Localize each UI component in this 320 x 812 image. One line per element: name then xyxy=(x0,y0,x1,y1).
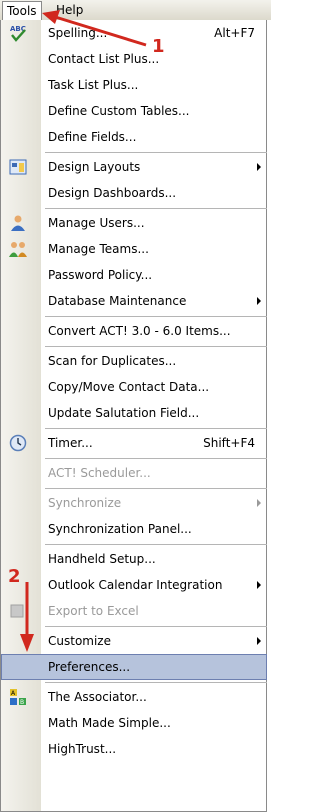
associator-icon: A B xyxy=(10,689,26,706)
menu-item-timer[interactable]: Timer... Shift+F4 xyxy=(1,430,267,456)
menu-item-manage-users[interactable]: Manage Users... xyxy=(1,210,267,236)
menu-item-database-maintenance[interactable]: Database Maintenance xyxy=(1,288,267,314)
menu-item-design-dashboards[interactable]: Design Dashboards... xyxy=(1,180,267,206)
menu-item-scan-duplicates[interactable]: Scan for Duplicates... xyxy=(1,348,267,374)
submenu-arrow-icon xyxy=(257,581,261,589)
menu-bar: Tools Help xyxy=(0,0,271,20)
menu-item-preferences[interactable]: Preferences... xyxy=(1,654,267,680)
menu-item-label: Outlook Calendar Integration xyxy=(48,578,223,592)
menu-item-label: Handheld Setup... xyxy=(48,552,156,566)
menu-separator xyxy=(45,428,267,429)
menu-separator xyxy=(45,682,267,683)
menu-item-label: Synchronization Panel... xyxy=(48,522,192,536)
menu-help[interactable]: Help xyxy=(52,2,87,18)
shortcut-label: Alt+F7 xyxy=(214,26,255,40)
menu-item-synchronize: Synchronize xyxy=(1,490,267,516)
menu-item-synchronization-panel[interactable]: Synchronization Panel... xyxy=(1,516,267,542)
menu-separator xyxy=(45,346,267,347)
menu-item-label: ACT! Scheduler... xyxy=(48,466,151,480)
svg-text:B: B xyxy=(20,699,24,706)
menu-item-label: Scan for Duplicates... xyxy=(48,354,177,368)
menu-separator xyxy=(45,626,267,627)
menu-item-label: Timer... xyxy=(48,436,93,450)
design-layouts-icon xyxy=(9,159,27,175)
excel-icon xyxy=(10,604,24,618)
menu-item-label: HighTrust... xyxy=(48,742,117,756)
menu-item-manage-teams[interactable]: Manage Teams... xyxy=(1,236,267,262)
menu-item-task-list-plus[interactable]: Task List Plus... xyxy=(1,72,267,98)
menu-separator xyxy=(45,152,267,153)
menu-item-the-associator[interactable]: A B The Associator... xyxy=(1,684,267,710)
menu-separator xyxy=(45,458,267,459)
menu-item-customize[interactable]: Customize xyxy=(1,628,267,654)
menu-item-label: Math Made Simple... xyxy=(48,716,171,730)
menu-item-define-custom-tables[interactable]: Define Custom Tables... xyxy=(1,98,267,124)
menu-item-label: Convert ACT! 3.0 - 6.0 Items... xyxy=(48,324,231,338)
menu-item-label: Password Policy... xyxy=(48,268,153,282)
menu-item-label: Define Custom Tables... xyxy=(48,104,190,118)
menu-item-label: Export to Excel xyxy=(48,604,139,618)
menu-item-define-fields[interactable]: Define Fields... xyxy=(1,124,267,150)
submenu-arrow-icon xyxy=(257,297,261,305)
menu-item-update-salutation[interactable]: Update Salutation Field... xyxy=(1,400,267,426)
menu-item-label: Manage Teams... xyxy=(48,242,149,256)
submenu-arrow-icon xyxy=(257,499,261,507)
menu-item-export-to-excel: Export to Excel xyxy=(1,598,267,624)
annotation-number-2: 2 xyxy=(8,566,21,587)
menu-item-label: Preferences... xyxy=(48,660,131,674)
menu-item-hightrust[interactable]: HighTrust... xyxy=(1,736,267,762)
annotation-number-1: 1 xyxy=(152,36,165,57)
submenu-arrow-icon xyxy=(257,163,261,171)
menu-item-math-made-simple[interactable]: Math Made Simple... xyxy=(1,710,267,736)
menu-item-spelling[interactable]: ABC Spelling... Alt+F7 xyxy=(1,20,267,46)
menu-item-label: Spelling... xyxy=(48,26,108,40)
menu-separator xyxy=(45,544,267,545)
menu-item-label: Design Layouts xyxy=(48,160,141,174)
spelling-icon: ABC xyxy=(10,25,26,42)
manage-teams-icon xyxy=(9,242,27,257)
menu-item-design-layouts[interactable]: Design Layouts xyxy=(1,154,267,180)
menu-item-label: The Associator... xyxy=(48,690,147,704)
menu-item-convert-act[interactable]: Convert ACT! 3.0 - 6.0 Items... xyxy=(1,318,267,344)
menu-item-act-scheduler: ACT! Scheduler... xyxy=(1,460,267,486)
shortcut-label: Shift+F4 xyxy=(203,436,255,450)
menu-item-outlook-calendar-integration[interactable]: Outlook Calendar Integration xyxy=(1,572,267,598)
menu-item-password-policy[interactable]: Password Policy... xyxy=(1,262,267,288)
menu-item-label: Task List Plus... xyxy=(48,78,139,92)
tools-dropdown-menu: ABC Spelling... Alt+F7 Contact List Plus… xyxy=(0,20,267,812)
menu-item-contact-list-plus[interactable]: Contact List Plus... xyxy=(1,46,267,72)
menu-item-label: Manage Users... xyxy=(48,216,145,230)
timer-icon xyxy=(9,434,27,452)
menu-item-copy-move-contact-data[interactable]: Copy/Move Contact Data... xyxy=(1,374,267,400)
menu-item-label: Database Maintenance xyxy=(48,294,187,308)
menu-separator xyxy=(45,316,267,317)
menu-separator xyxy=(45,208,267,209)
submenu-arrow-icon xyxy=(257,637,261,645)
menu-item-label: Copy/Move Contact Data... xyxy=(48,380,210,394)
menu-item-label: Customize xyxy=(48,634,111,648)
menu-item-label: Design Dashboards... xyxy=(48,186,177,200)
menu-item-handheld-setup[interactable]: Handheld Setup... xyxy=(1,546,267,572)
menu-item-label: Contact List Plus... xyxy=(48,52,160,66)
menu-separator xyxy=(45,488,267,489)
menu-item-label: Update Salutation Field... xyxy=(48,406,200,420)
menu-item-label: Synchronize xyxy=(48,496,122,510)
menu-item-label: Define Fields... xyxy=(48,130,137,144)
manage-users-icon xyxy=(11,215,25,231)
menu-tools[interactable]: Tools xyxy=(2,1,42,20)
